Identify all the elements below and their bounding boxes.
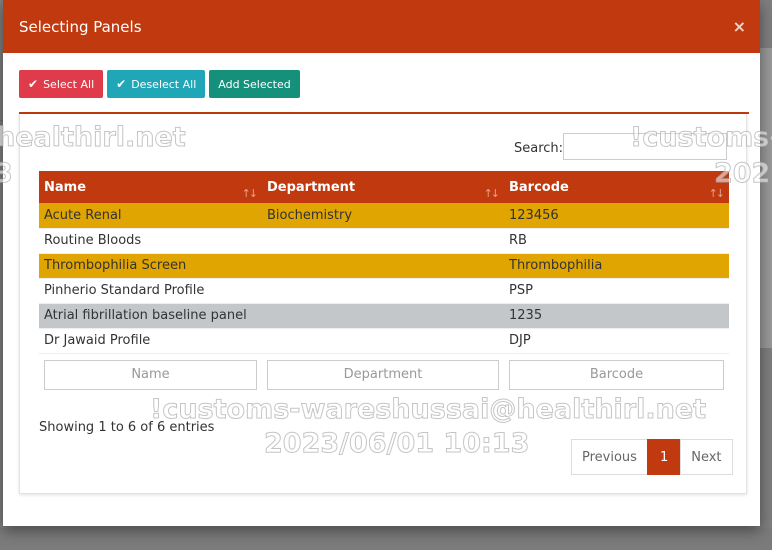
filter-barcode-input[interactable] [509,359,724,390]
cell-barcode: PSP [504,278,729,304]
pagination: Previous 1 Next [571,439,733,475]
add-selected-label: Add Selected [218,77,291,91]
toolbar: ✔ Select All ✔ Deselect All Add Selected [19,70,300,98]
panels-table-container: Search: Name ↑↓ Department ↑↓ Barcode ↑↓ [19,114,747,494]
table-info: Showing 1 to 6 of 6 entries [39,420,215,435]
table-row[interactable]: Thrombophilia Screen Thrombophilia [39,253,729,279]
background-panel [760,48,772,348]
filter-cell [504,353,729,390]
check-icon: ✔ [28,77,39,91]
cell-name: Atrial fibrillation baseline panel [39,303,262,329]
modal-title: Selecting Panels [19,17,142,36]
background-footer [0,528,772,550]
table-row[interactable]: Routine Bloods RB [39,228,729,254]
column-header-barcode[interactable]: Barcode ↑↓ [504,171,729,203]
column-header-name[interactable]: Name ↑↓ [39,171,262,203]
filter-cell [262,353,504,390]
panels-table: Name ↑↓ Department ↑↓ Barcode ↑↓ Acute R… [39,171,729,390]
cell-name: Dr Jawaid Profile [39,328,262,354]
select-all-label: Select All [43,77,95,91]
next-page-button[interactable]: Next [680,439,733,475]
cell-name: Acute Renal [39,203,262,229]
cell-barcode: 1235 [504,303,729,329]
filter-cell [39,353,262,390]
check-icon: ✔ [116,77,127,91]
selecting-panels-modal: Selecting Panels × ✔ Select All ✔ Desele… [3,0,760,526]
search-input[interactable] [563,133,727,160]
deselect-all-button[interactable]: ✔ Deselect All [107,70,206,98]
table-row[interactable]: Dr Jawaid Profile DJP [39,328,729,354]
table-row[interactable]: Atrial fibrillation baseline panel 1235 [39,303,729,329]
page-1-button[interactable]: 1 [646,439,682,475]
table-row[interactable]: Acute Renal Biochemistry 123456 [39,203,729,229]
filter-department-input[interactable] [267,359,499,390]
sort-icon: ↑↓ [483,187,501,200]
cell-department [262,303,504,329]
sort-icon: ↑↓ [708,187,726,200]
deselect-all-label: Deselect All [131,77,197,91]
cell-department: Biochemistry [262,203,504,229]
previous-page-button[interactable]: Previous [571,439,648,475]
filter-name-input[interactable] [44,359,257,390]
sort-icon: ↑↓ [241,187,259,200]
cell-name: Pinherio Standard Profile [39,278,262,304]
cell-department [262,253,504,279]
cell-barcode: DJP [504,328,729,354]
column-header-department[interactable]: Department ↑↓ [262,171,504,203]
column-header-label: Barcode [509,179,569,195]
cell-name: Routine Bloods [39,228,262,254]
modal-header: Selecting Panels × [3,0,760,53]
cell-department [262,228,504,254]
cell-barcode: 123456 [504,203,729,229]
add-selected-button[interactable]: Add Selected [209,70,300,98]
column-header-label: Department [267,179,356,195]
column-header-label: Name [44,179,87,195]
close-icon[interactable]: × [733,17,746,36]
table-row[interactable]: Pinherio Standard Profile PSP [39,278,729,304]
cell-department [262,328,504,354]
cell-name: Thrombophilia Screen [39,253,262,279]
select-all-button[interactable]: ✔ Select All [19,70,104,98]
search-label: Search: [514,141,564,156]
cell-barcode: Thrombophilia [504,253,729,279]
cell-department [262,278,504,304]
cell-barcode: RB [504,228,729,254]
